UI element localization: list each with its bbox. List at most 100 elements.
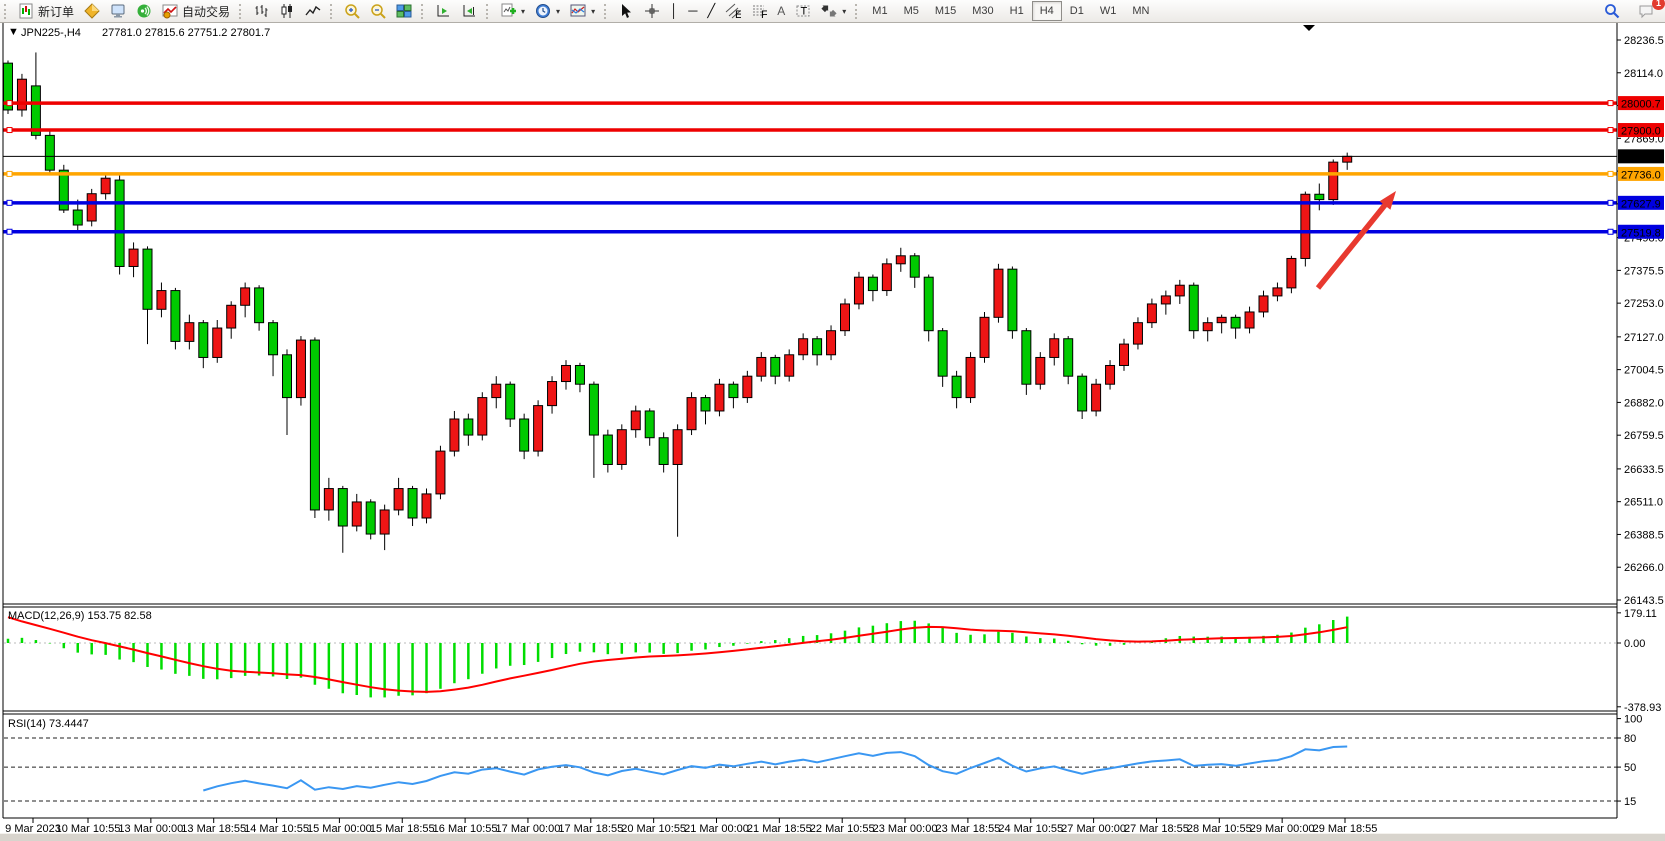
price-axis[interactable]: 28236.528114.027991.527869.027746.527624…: [1617, 35, 1664, 607]
clock-icon: [535, 3, 551, 19]
price-tick-label: 26388.5: [1624, 529, 1664, 541]
chart-shift-marker[interactable]: [1303, 25, 1315, 31]
price-badge-27519.8: 27519.8: [1618, 225, 1664, 240]
price-tick-label: 27375.5: [1624, 265, 1664, 277]
panel-borders: [3, 22, 1617, 818]
timeframe-d1-button[interactable]: D1: [1062, 1, 1092, 21]
zoom-in-button[interactable]: [339, 1, 365, 21]
metaeditor-button[interactable]: [79, 1, 105, 21]
horizontal-line-tool-button[interactable]: ─: [683, 1, 702, 21]
toolbar-grip[interactable]: [330, 4, 336, 19]
timeframe-m1-button[interactable]: M1: [864, 1, 895, 21]
zoom-out-icon: [370, 3, 386, 19]
candle-bear: [813, 339, 822, 355]
text-label-tool-button[interactable]: T: [790, 1, 816, 21]
arrows-tool-button[interactable]: ▾: [816, 1, 851, 21]
new-chart-button[interactable]: ▾: [495, 1, 530, 21]
support-line-27627[interactable]: [3, 200, 1617, 205]
auto-trading-icon: [162, 3, 178, 19]
candle-bull: [241, 288, 250, 305]
support-line-27519[interactable]: [3, 229, 1617, 234]
zoom-out-button[interactable]: [365, 1, 391, 21]
chart-window[interactable]: 28236.528114.027991.527869.027746.527624…: [0, 0, 1665, 841]
candle-bear: [924, 277, 933, 331]
line-chart-button[interactable]: [300, 1, 326, 21]
timeframe-m5-button[interactable]: M5: [896, 1, 927, 21]
candle-bull: [743, 376, 752, 397]
candle-bull: [129, 249, 138, 266]
bar-chart-button[interactable]: [248, 1, 274, 21]
indicators-button[interactable]: ▾: [565, 1, 600, 21]
candle-bear: [1315, 194, 1324, 199]
new-order-button[interactable]: 新订单: [13, 1, 79, 21]
price-tick-label: 26882.0: [1624, 397, 1664, 409]
toolbar-grip[interactable]: [239, 4, 245, 19]
candle-bear: [910, 256, 919, 277]
trend-arrow-annotation[interactable]: [1318, 191, 1396, 288]
line-handle: [7, 128, 12, 133]
step-to-end-button[interactable]: [456, 1, 482, 21]
equidistant-channel-tool-button[interactable]: E: [720, 1, 746, 21]
line-handle: [1608, 101, 1613, 106]
toolbar-grip[interactable]: [486, 4, 492, 19]
market-watch-button[interactable]: [105, 1, 131, 21]
vertical-line-icon: │: [670, 3, 678, 19]
candle-bear: [283, 355, 292, 398]
chart-title-marker-icon[interactable]: ▼: [8, 26, 19, 38]
timeframe-label: M15: [935, 5, 956, 17]
signals-button[interactable]: [131, 1, 157, 21]
candle-bear: [255, 288, 264, 323]
timeframe-label: M1: [872, 5, 887, 17]
step-forward-button[interactable]: [430, 1, 456, 21]
candle-bull: [854, 277, 863, 304]
line-handle: [7, 200, 12, 205]
candle-bull: [1287, 258, 1296, 287]
cursor-tool-button[interactable]: [613, 1, 639, 21]
toolbar-grip[interactable]: [421, 4, 427, 19]
candle-bear: [771, 357, 780, 376]
timeframe-m30-button[interactable]: M30: [964, 1, 1001, 21]
toolbar-grip[interactable]: [604, 4, 610, 19]
candlestick-chart-button[interactable]: [274, 1, 300, 21]
status-strip: [0, 833, 1665, 841]
candle-bear: [464, 419, 473, 435]
search-icon: [1604, 3, 1620, 19]
pivot-line-27736[interactable]: [3, 171, 1617, 176]
chart-step-forward-icon: [435, 3, 451, 19]
text-tool-button[interactable]: A: [772, 1, 790, 21]
vertical-line-tool-button[interactable]: │: [665, 1, 683, 21]
svg-text:28000.7: 28000.7: [1621, 99, 1661, 111]
notifications-button[interactable]: 1: [1633, 1, 1659, 21]
candle-bull: [352, 502, 361, 526]
tile-windows-button[interactable]: [391, 1, 417, 21]
candle-bull: [687, 398, 696, 430]
candle-bear: [199, 323, 208, 358]
timeframe-label: M30: [972, 5, 993, 17]
timeframe-w1-button[interactable]: W1: [1092, 1, 1125, 21]
resistance-line-28000[interactable]: [3, 101, 1617, 106]
timeframe-h4-button[interactable]: H4: [1032, 1, 1062, 21]
crosshair-tool-button[interactable]: [639, 1, 665, 21]
trendline-tool-button[interactable]: ╱: [702, 1, 720, 21]
candle-bull: [492, 384, 501, 397]
candle-bear: [1008, 269, 1017, 331]
toolbar-grip[interactable]: [4, 4, 10, 19]
macd-tick-label: -378.93: [1624, 702, 1661, 714]
rsi-level-lines: [4, 738, 1617, 801]
timeframe-m15-button[interactable]: M15: [927, 1, 964, 21]
trendline-icon: ╱: [707, 3, 715, 19]
candle-bear: [952, 376, 961, 397]
toolbar-grip[interactable]: [855, 4, 861, 19]
candle-bull: [827, 331, 836, 355]
auto-trading-button[interactable]: 自动交易: [157, 1, 235, 21]
candle-bull: [1050, 339, 1059, 358]
search-button[interactable]: [1599, 1, 1625, 21]
period-clock-button[interactable]: ▾: [530, 1, 565, 21]
rsi-indicator-label: RSI(14) 73.4447: [8, 718, 89, 730]
price-tick-label: 27253.0: [1624, 298, 1664, 310]
fibonacci-tool-button[interactable]: F: [746, 1, 772, 21]
timeframe-mn-button[interactable]: MN: [1124, 1, 1157, 21]
timeframe-h1-button[interactable]: H1: [1002, 1, 1032, 21]
resistance-line-27900[interactable]: [3, 128, 1617, 133]
notification-badge: 1: [1652, 0, 1665, 10]
